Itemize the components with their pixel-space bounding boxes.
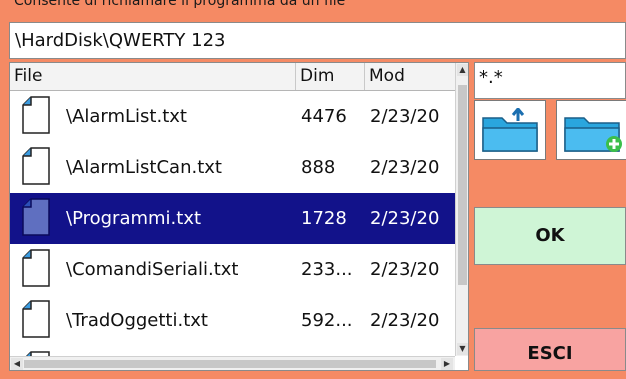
scroll-up-arrow-icon[interactable]: ▲ (457, 64, 468, 76)
file-date: 2/23/20 (370, 157, 440, 178)
file-name: \TradOggetti.txt (66, 310, 208, 331)
file-icon (22, 300, 50, 338)
file-icon (22, 96, 50, 134)
file-size: 233... (301, 259, 353, 280)
file-name: \ComandiSeriali.txt (66, 259, 239, 280)
esci-button[interactable]: ESCI (474, 328, 626, 371)
file-row-alarmlistcan[interactable]: \AlarmListCan.txt 888 2/23/20 (10, 142, 455, 193)
vertical-scroll-thumb[interactable] (458, 85, 467, 285)
file-list[interactable]: File Dim Mod \AlarmList.txt 4476 2/23/20… (9, 62, 469, 371)
file-icon (22, 249, 50, 287)
filter-input[interactable]: *.* (474, 62, 626, 99)
file-date: 2/23/20 (370, 259, 440, 280)
scroll-right-arrow-icon[interactable]: ▶ (441, 358, 453, 370)
file-row-comandiseriali[interactable]: \ComandiSeriali.txt 233... 2/23/20 (10, 244, 455, 295)
file-size: 1728 (301, 208, 347, 229)
file-name: \AlarmListCan.txt (66, 157, 222, 178)
file-row-tradoggetti[interactable]: \TradOggetti.txt 592... 2/23/20 (10, 295, 455, 346)
file-name: \Programmi.txt (66, 208, 202, 229)
vertical-scrollbar[interactable]: ▲ ▼ (455, 63, 468, 356)
file-size: 888 (301, 157, 336, 178)
file-list-header: File Dim Mod (10, 63, 455, 91)
file-name: \AlarmList.txt (66, 106, 187, 127)
path-input[interactable]: \HardDisk\QWERTY 123 (9, 22, 626, 59)
file-date: 2/23/20 (370, 208, 440, 229)
ok-button[interactable]: OK (474, 207, 626, 265)
file-date: 2/23/20 (370, 106, 440, 127)
file-date: 2/23/20 (370, 310, 440, 331)
column-header-file[interactable]: File (10, 63, 296, 90)
file-icon (22, 198, 50, 236)
window-title: Consente di richiamare il programma da u… (0, 0, 626, 21)
file-row-alarmlist[interactable]: \AlarmList.txt 4476 2/23/20 (10, 91, 455, 142)
folder-up-button[interactable] (474, 100, 546, 160)
file-icon (22, 147, 50, 185)
file-size: 4476 (301, 106, 347, 127)
window-title-text: Consente di richiamare il programma da u… (14, 0, 346, 9)
folder-new-icon (564, 117, 622, 152)
column-header-mod[interactable]: Mod (365, 63, 455, 90)
scroll-left-arrow-icon[interactable]: ◀ (11, 358, 23, 370)
file-row-programmi-selected[interactable]: \Programmi.txt 1728 2/23/20 (10, 193, 455, 244)
file-size: 592... (301, 310, 353, 331)
horizontal-scroll-thumb[interactable] (24, 360, 436, 368)
new-folder-button[interactable] (556, 100, 626, 160)
column-header-dim[interactable]: Dim (296, 63, 365, 90)
scroll-down-arrow-icon[interactable]: ▼ (457, 343, 468, 355)
folder-up-icon (482, 108, 538, 152)
horizontal-scrollbar[interactable]: ◀ ▶ (10, 356, 455, 370)
